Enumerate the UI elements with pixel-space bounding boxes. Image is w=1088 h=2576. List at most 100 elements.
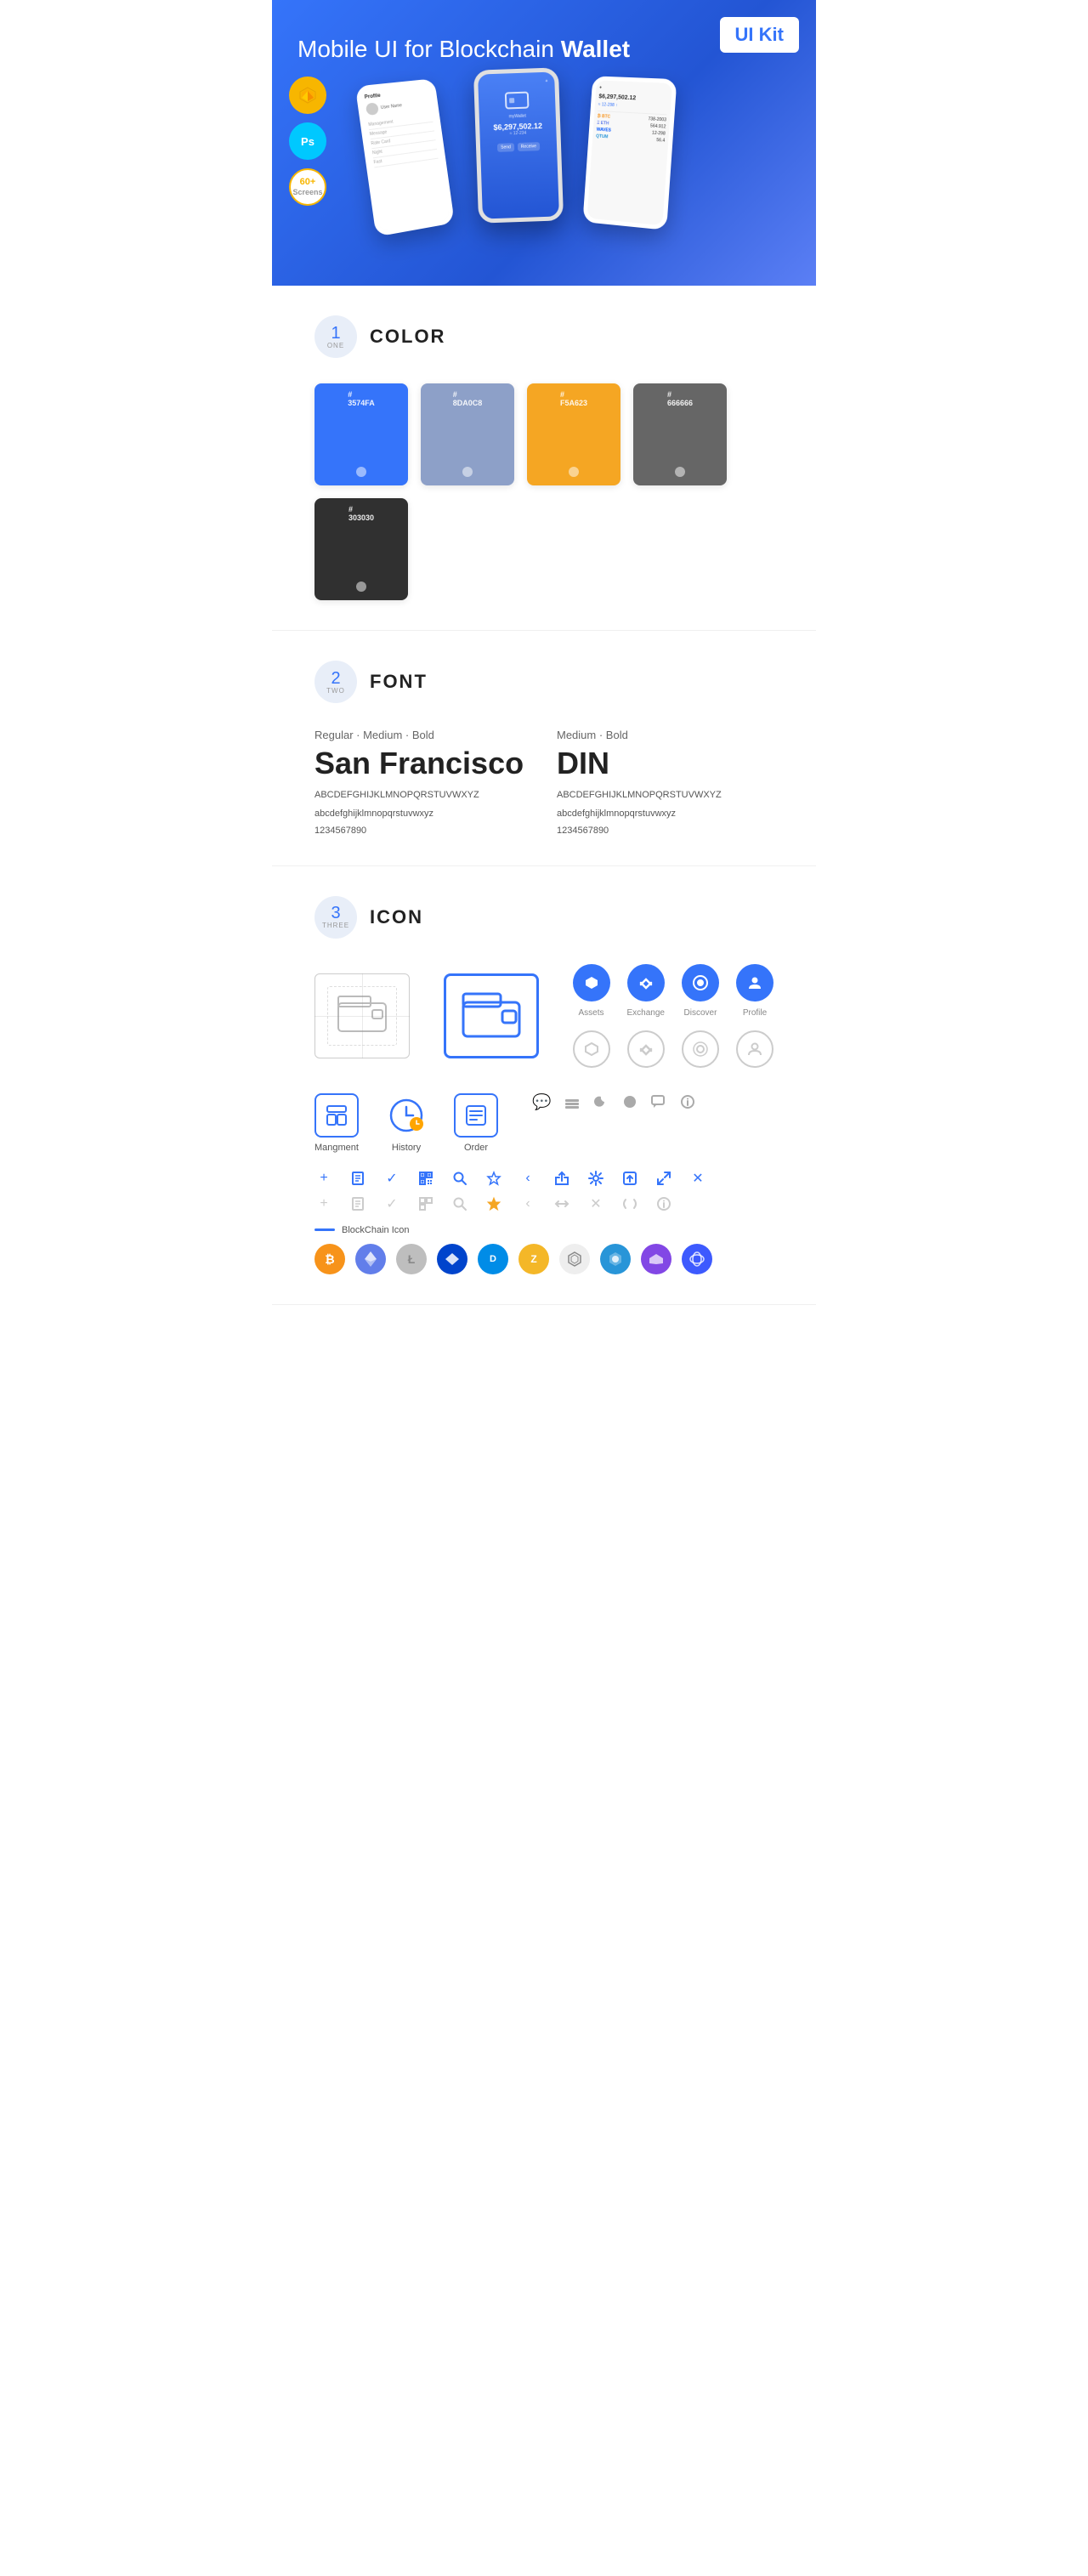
color-swatches: #3574FA #8DA0C8 #F5A623 #666666 #303030	[314, 383, 774, 600]
nav-icons-filled-row: Assets Exchange Discover	[573, 964, 774, 1018]
back-icon-gray: ‹	[518, 1196, 537, 1211]
search-icon-gray	[450, 1196, 469, 1211]
exchange-icon-outline	[627, 1030, 665, 1068]
document-icon	[348, 1171, 367, 1186]
nav-icon-assets-outline	[573, 1030, 610, 1068]
upload-icon	[620, 1171, 639, 1186]
order-icon-group: Order	[454, 1093, 498, 1153]
app-icons-row: Mangment History	[314, 1093, 774, 1153]
utility-icons-section: + ✓ ‹ ✕ + ✓ ‹ ✕	[314, 1170, 774, 1212]
back-icon: ‹	[518, 1171, 537, 1186]
arrows-icon-gray	[552, 1196, 571, 1211]
stack-icon	[564, 1094, 580, 1109]
font-sf: Regular · Medium · Bold San Francisco AB…	[314, 729, 531, 835]
icon-showcase-row: Assets Exchange Discover	[314, 964, 774, 1068]
utility-icons-row-2-gray: + ✓ ‹ ✕	[314, 1195, 774, 1212]
discover-icon-outline	[682, 1030, 719, 1068]
circle-icon	[622, 1094, 638, 1109]
close-icon: ✕	[688, 1170, 707, 1187]
swatch-orange: #F5A623	[527, 383, 620, 485]
comment-icon: 💬	[532, 1093, 551, 1111]
nav-icons-group: Assets Exchange Discover	[573, 964, 774, 1068]
wallet-solid-icon	[444, 973, 539, 1058]
nav-icon-discover: Discover	[682, 964, 719, 1018]
font-grid: Regular · Medium · Bold San Francisco AB…	[314, 729, 774, 835]
blockchain-line-decoration	[314, 1228, 335, 1231]
section-number-1: 1 ONE	[314, 315, 357, 358]
exchange-icon	[627, 964, 665, 1001]
section-header-color: 1 ONE COLOR	[314, 315, 774, 358]
info-icon	[680, 1094, 695, 1109]
x-icon-gray: ✕	[586, 1195, 605, 1212]
zec-icon: Z	[518, 1244, 549, 1274]
hero-section: Mobile UI for Blockchain Wallet UI Kit P…	[272, 0, 816, 286]
settings-icon	[586, 1171, 605, 1186]
plus-icon-gray: +	[314, 1196, 333, 1211]
section-number-2: 2 TWO	[314, 661, 357, 703]
waves-icon	[437, 1244, 468, 1274]
bnb-icon	[682, 1244, 712, 1274]
search-icon	[450, 1171, 469, 1186]
btc-icon: ₿	[314, 1244, 345, 1274]
ui-kit-badge: UI Kit	[720, 17, 799, 53]
assets-icon-outline	[573, 1030, 610, 1068]
profile-icon-outline	[736, 1030, 774, 1068]
section-header-font: 2 TWO FONT	[314, 661, 774, 703]
management-icon-group: Mangment	[314, 1093, 359, 1153]
section-title-font: FONT	[370, 671, 428, 693]
history-icon	[384, 1093, 428, 1138]
redo-icon-gray	[620, 1196, 639, 1211]
nav-icon-assets: Assets	[573, 964, 610, 1018]
assets-icon	[573, 964, 610, 1001]
wallet-wireframe-icon	[314, 973, 410, 1058]
ltc-icon: Ł	[396, 1244, 427, 1274]
profile-icon	[736, 964, 774, 1001]
section-header-icon: 3 THREE ICON	[314, 896, 774, 939]
iota-icon	[559, 1244, 590, 1274]
share-icon	[552, 1171, 571, 1186]
font-din: Medium · Bold DIN ABCDEFGHIJKLMNOPQRSTUV…	[557, 729, 774, 835]
nav-icon-exchange: Exchange	[627, 964, 665, 1018]
icon-section: 3 THREE ICON	[272, 866, 816, 1305]
nav-icon-profile-outline	[736, 1030, 774, 1068]
blockchain-label: BlockChain Icon	[314, 1225, 774, 1235]
checkmark-icon: ✓	[382, 1170, 401, 1187]
history-icon-group: History	[384, 1093, 428, 1153]
section-title-icon: ICON	[370, 906, 423, 928]
discover-icon	[682, 964, 719, 1001]
nav-icon-discover-outline	[682, 1030, 719, 1068]
color-section: 1 ONE COLOR #3574FA #8DA0C8 #F5A623 #666…	[272, 286, 816, 631]
moon-icon	[593, 1094, 609, 1109]
swatch-slate: #8DA0C8	[421, 383, 514, 485]
qtum-icon	[600, 1244, 631, 1274]
management-icon	[314, 1093, 359, 1138]
utility-icons-row-1: + ✓ ‹ ✕	[314, 1170, 774, 1187]
font-section: 2 TWO FONT Regular · Medium · Bold San F…	[272, 631, 816, 865]
checkmark-icon-gray: ✓	[382, 1195, 401, 1212]
info-icon-gray	[654, 1196, 673, 1211]
blockchain-label-text: BlockChain Icon	[342, 1225, 410, 1235]
nav-icon-exchange-outline	[627, 1030, 665, 1068]
dash-icon: D	[478, 1244, 508, 1274]
resize-icon	[654, 1171, 673, 1186]
nav-icon-profile: Profile	[736, 964, 774, 1018]
star-icon-active	[484, 1196, 503, 1211]
matic-icon	[641, 1244, 672, 1274]
order-icon	[454, 1093, 498, 1138]
document-icon-gray	[348, 1196, 367, 1211]
crypto-icons-row: ₿ Ł D Z	[314, 1244, 774, 1274]
nav-icons-outline-row	[573, 1030, 774, 1068]
small-icons-group: 💬	[532, 1093, 695, 1111]
speech-icon	[651, 1094, 666, 1109]
qr-icon	[416, 1171, 435, 1186]
hero-title: Mobile UI for Blockchain Wallet	[298, 34, 790, 65]
small-icons-row-1: 💬	[532, 1093, 695, 1111]
star-icon	[484, 1171, 503, 1186]
plus-icon: +	[314, 1171, 333, 1186]
section-title-color: COLOR	[370, 326, 445, 348]
section-number-3: 3 THREE	[314, 896, 357, 939]
swatch-gray: #666666	[633, 383, 727, 485]
qr-icon-gray	[416, 1196, 435, 1211]
eth-icon	[355, 1244, 386, 1274]
swatch-dark: #303030	[314, 498, 408, 600]
